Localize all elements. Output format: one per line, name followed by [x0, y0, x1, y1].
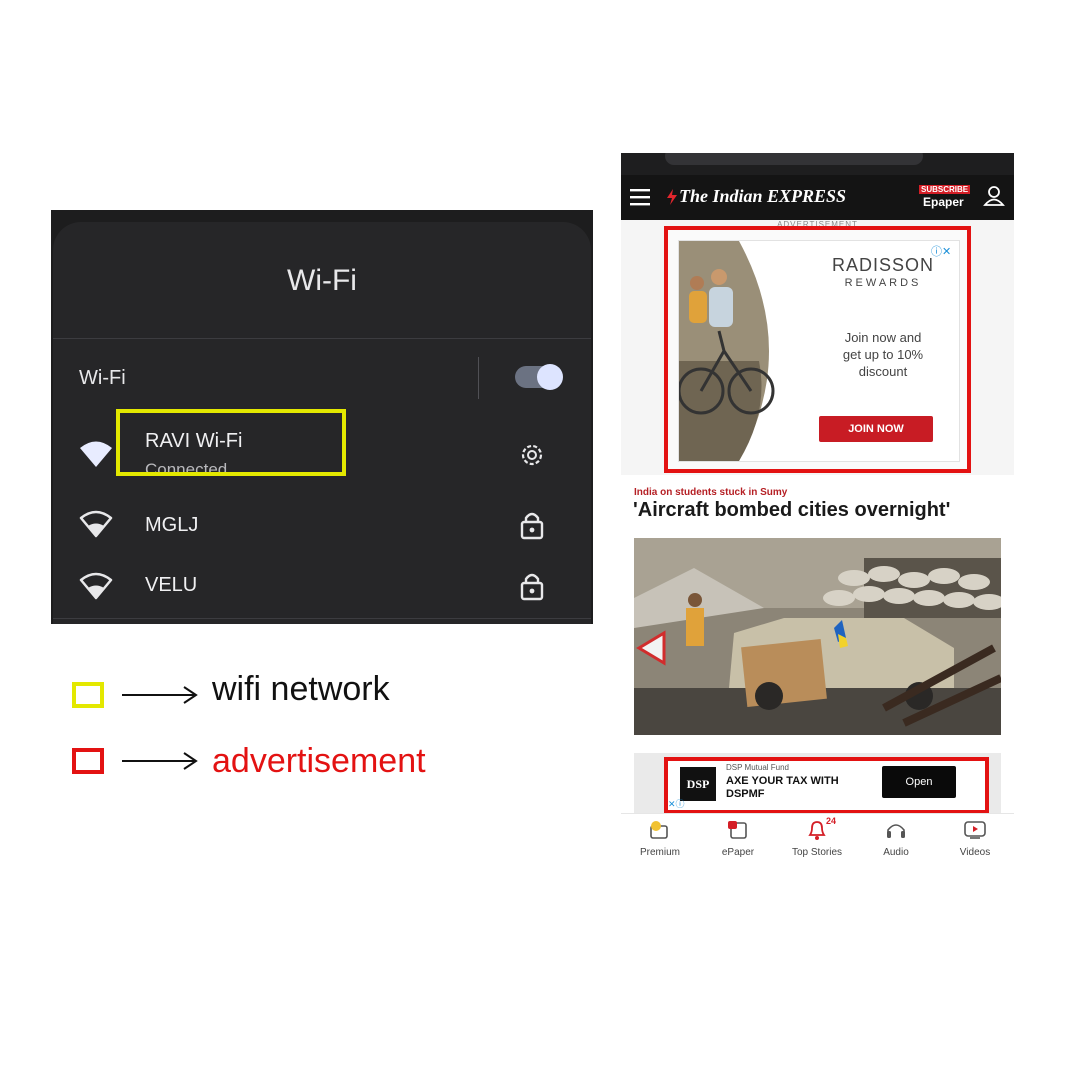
network-item-velu[interactable]: VELU: [53, 558, 591, 614]
join-now-button[interactable]: JOIN NOW: [819, 416, 933, 442]
wifi-toggle-label: Wi-Fi: [79, 367, 126, 389]
ad-copy: Join now and get up to 10% discount: [813, 329, 953, 380]
epaper-icon: [728, 821, 747, 839]
wifi-full-icon: [80, 441, 112, 467]
nav-label: ePaper: [721, 847, 755, 858]
ad-copy-line: get up to 10%: [842, 347, 924, 362]
bottom-navigation: Premium ePaper 24 Top Stories Audio Vide…: [621, 813, 1014, 861]
news-header: The Indian EXPRESS SUBSCRIBE Epaper: [621, 175, 1014, 220]
wifi-network-highlight-box: [116, 409, 346, 476]
nav-label: Videos: [959, 847, 991, 858]
brand-logo[interactable]: The Indian EXPRESS: [679, 186, 846, 207]
ad-close-icon[interactable]: ✕ⓘ: [668, 797, 685, 810]
browser-bar: [621, 153, 1014, 175]
ad-brand: RADISSON: [831, 255, 935, 275]
article-kicker[interactable]: India on students stuck in Sumy: [634, 487, 787, 498]
cyclists-photo: [679, 241, 775, 461]
bell-icon: [808, 821, 826, 840]
network-item-mglj[interactable]: MGLJ: [53, 498, 591, 554]
banner-advertisement[interactable]: RADISSON REWARDS Join now and get up to …: [664, 226, 971, 473]
divider: [53, 338, 591, 339]
lock-icon: [520, 512, 544, 540]
legend-label-wifi: wifi network: [212, 670, 390, 708]
nav-label: Top Stories: [791, 847, 843, 858]
article-headline[interactable]: 'Aircraft bombed cities overnight': [633, 499, 950, 522]
headphones-icon: [887, 824, 905, 838]
toggle-knob: [537, 364, 563, 390]
legend-swatch-wifi: [72, 682, 104, 708]
legend-label-ad: advertisement: [212, 742, 426, 780]
ad-sponsor: DSP Mutual Fund: [726, 763, 789, 772]
wifi-locked-icon: [79, 510, 113, 538]
wifi-locked-icon: [79, 572, 113, 600]
user-icon[interactable]: [983, 185, 1005, 207]
ad-headline-line2: DSPMF: [726, 788, 765, 800]
divider: [53, 618, 591, 619]
nav-label: Audio: [883, 847, 909, 858]
legend-swatch-ad: [72, 748, 104, 774]
network-name: VELU: [145, 574, 198, 596]
epaper-link[interactable]: Epaper: [923, 195, 964, 209]
video-icon: [964, 821, 986, 839]
notification-badge: 24: [826, 816, 837, 826]
ad-choices-icon[interactable]: ⓘ✕: [931, 243, 951, 259]
news-app-screenshot: The Indian EXPRESS SUBSCRIBE Epaper ADVE…: [621, 153, 1014, 861]
subscribe-badge[interactable]: SUBSCRIBE: [919, 185, 971, 194]
nav-label: Premium: [639, 847, 680, 858]
ad-copy-line: Join now and: [844, 330, 922, 345]
menu-icon[interactable]: [630, 188, 650, 206]
ad-headline-line1: AXE YOUR TAX WITH: [726, 775, 839, 787]
ad-logo: DSP: [680, 767, 716, 801]
ad-brand-sub: REWARDS: [844, 277, 922, 289]
arrow-right-icon: [122, 752, 198, 770]
url-bar[interactable]: [665, 153, 923, 165]
bottom-advertisement[interactable]: DSP DSP Mutual Fund AXE YOUR TAX WITH DS…: [664, 757, 989, 814]
arrow-right-icon: [122, 686, 198, 704]
ad-creative: RADISSON REWARDS Join now and get up to …: [678, 240, 960, 462]
lock-icon: [520, 573, 544, 601]
wifi-panel-title: Wi-Fi: [287, 264, 357, 297]
article-photo[interactable]: [634, 538, 1001, 735]
ad-copy-line: discount: [858, 364, 908, 379]
wifi-toggle[interactable]: [515, 364, 563, 390]
brand-mark-icon: [667, 189, 677, 205]
divider: [478, 357, 479, 399]
network-name: MGLJ: [145, 514, 199, 536]
ad-open-button[interactable]: Open: [882, 766, 956, 798]
premium-icon: [650, 821, 668, 839]
gear-icon[interactable]: [517, 440, 547, 470]
